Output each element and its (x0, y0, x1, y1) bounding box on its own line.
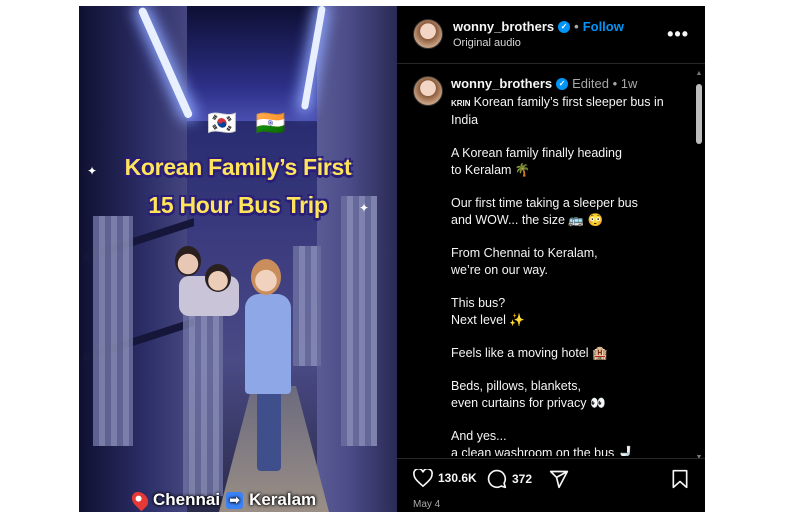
caption-paragraph: A Korean family finally heading to Keral… (451, 146, 622, 177)
flags-korea-india: 🇰🇷 🇮🇳 (207, 110, 292, 137)
header-user-row: wonny_brothers ✓ • Follow (453, 19, 624, 34)
child-face (205, 264, 231, 292)
caption-paragraph: Our first time taking a sleeper bus and … (451, 196, 638, 227)
more-options-icon[interactable]: ••• (667, 24, 689, 45)
caption-line: Korean family’s first sleeper bus in Ind… (451, 95, 664, 127)
avatar[interactable] (413, 76, 443, 106)
caption-text: KRIN Korean family’s first sleeper bus in… (451, 94, 685, 456)
right-arrow-icon: ➡ (226, 491, 244, 509)
post-date[interactable]: May 4 (413, 499, 440, 510)
curtain (341, 196, 377, 446)
caption-paragraph: And yes... a clean washroom on the bus 🚽 (451, 429, 634, 456)
like-button[interactable]: 130.6K (413, 469, 477, 487)
caption-area: wonny_brothers ✓ Edited • 1w KRIN Korean … (397, 64, 697, 456)
sparkle-icon: ✦ (359, 201, 370, 215)
location-pin-icon (128, 488, 152, 512)
header-username[interactable]: wonny_brothers (453, 19, 554, 34)
like-count: 130.6K (438, 471, 477, 485)
curtain (93, 216, 133, 446)
woman-face (251, 259, 281, 295)
curtain (293, 246, 321, 366)
action-bar: 130.6K 372 May 4 (397, 458, 705, 512)
woman-body (245, 294, 291, 394)
caption-paragraph: Beds, pillows, blankets, even curtains f… (451, 379, 606, 410)
curtain (183, 296, 223, 496)
caption-username[interactable]: wonny_brothers (451, 76, 552, 91)
route-caption: Chennai ➡ Keralam (128, 488, 317, 512)
caption-paragraph: From Chennai to Keralam, we’re on our wa… (451, 246, 598, 277)
verified-badge-icon: ✓ (556, 77, 569, 90)
comment-count: 372 (512, 472, 533, 486)
comment-button[interactable]: 372 (487, 469, 532, 489)
comment-icon (487, 469, 507, 489)
video-title-line2: 15 Hour Bus Trip (148, 192, 328, 218)
route-from: Chennai (153, 490, 221, 509)
caption-user-row: wonny_brothers ✓ Edited • 1w (451, 76, 637, 91)
scroll-thumb[interactable] (696, 84, 702, 144)
post-header: wonny_brothers ✓ • Follow Original audio… (397, 6, 705, 64)
caption-paragraph: Feels like a moving hotel 🏨 (451, 346, 608, 360)
krin-flag-icon: KRIN (451, 99, 471, 108)
caption-paragraph: KRIN Korean family’s first sleeper bus in… (451, 94, 685, 129)
verified-badge-icon: ✓ (558, 20, 571, 33)
avatar[interactable] (413, 19, 443, 49)
scroll-up-icon[interactable]: ▲ (695, 70, 703, 78)
heart-icon (413, 469, 433, 487)
separator-dot: • (574, 19, 579, 34)
instagram-post-modal: 🇰🇷 🇮🇳 Korean Family’s First 15 Hour Bus … (79, 6, 705, 512)
bookmark-icon (672, 469, 688, 489)
caption-scrollbar[interactable]: ▲ ▼ (695, 70, 703, 462)
send-icon (549, 470, 569, 489)
original-audio-link[interactable]: Original audio (453, 37, 521, 49)
edited-timestamp: Edited • 1w (572, 76, 638, 91)
route-to: Keralam (249, 490, 317, 509)
woman-legs (257, 391, 281, 471)
save-button[interactable] (671, 469, 689, 494)
sparkle-icon: ✦ (87, 164, 98, 178)
child-face (175, 246, 201, 276)
reel-video[interactable]: 🇰🇷 🇮🇳 Korean Family’s First 15 Hour Bus … (79, 6, 397, 512)
video-title-line1: Korean Family’s First (124, 154, 352, 180)
follow-button[interactable]: Follow (583, 19, 624, 34)
share-button[interactable] (549, 469, 569, 489)
caption-paragraph: This bus? Next level ✨ (451, 296, 525, 327)
post-panel: wonny_brothers ✓ • Follow Original audio… (397, 6, 705, 512)
